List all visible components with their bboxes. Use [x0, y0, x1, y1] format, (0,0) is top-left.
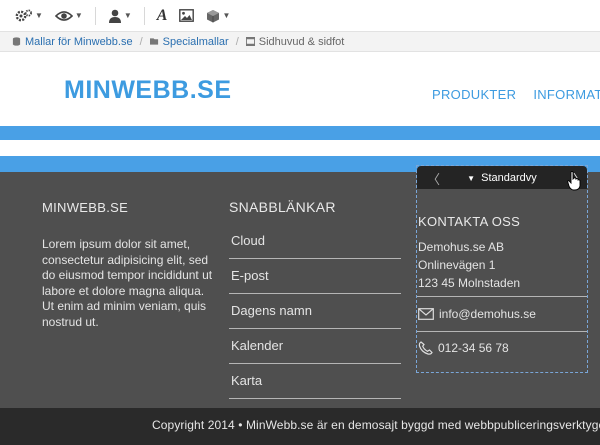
chevron-down-icon: ▼ — [222, 11, 231, 20]
breadcrumb-separator: / — [235, 35, 239, 48]
user-menu-button[interactable]: ▼ — [103, 5, 137, 27]
image-icon — [179, 9, 195, 22]
copyright-text: Copyright 2014 • MinWebb.se är en demosa… — [152, 418, 600, 432]
contact-divider — [417, 296, 587, 297]
view-selector-label: Standardvy — [481, 171, 537, 184]
footer-quicklinks-title: SNABBLÄNKAR — [229, 199, 336, 215]
breadcrumb-link[interactable]: Specialmallar — [163, 36, 229, 48]
quicklink-calendar[interactable]: Kalender — [229, 329, 401, 364]
cube-icon — [207, 9, 220, 22]
contact-city: 123 45 Molnstaden — [418, 276, 521, 290]
main-nav: PRODUKTER INFORMATION — [432, 87, 600, 102]
quicklink-map[interactable]: Karta — [229, 364, 401, 399]
footer-about-title: MINWEBB.SE — [42, 200, 129, 215]
phone-icon — [418, 341, 433, 355]
widget-view-toolbar: 〈 ▼ Standardvy 〉 — [417, 166, 587, 191]
breadcrumb-link[interactable]: Mallar för Minwebb.se — [25, 36, 133, 48]
chevron-down-icon: ▼ — [35, 11, 43, 20]
contact-widget-editable[interactable]: 〈 ▼ Standardvy 〉 KONTAKTA OSS Demohus.se… — [416, 165, 588, 373]
quicklink-cloud[interactable]: Cloud — [229, 224, 401, 259]
contact-address: Demohus.se AB Onlinevägen 1 123 45 Molns… — [418, 238, 520, 292]
chevron-down-icon: ▼ — [123, 11, 132, 20]
site-footer: MINWEBB.SE Lorem ipsum dolor sit amet, c… — [0, 165, 600, 408]
site-header: MINWEBB.SE PRODUKTER INFORMATION — [0, 52, 600, 126]
eye-icon — [54, 10, 73, 21]
caret-down-icon: ▼ — [467, 173, 476, 183]
contact-street: Onlinevägen 1 — [418, 258, 496, 272]
contact-email[interactable]: info@demohus.se — [439, 307, 536, 321]
breadcrumb-current-label: Sidhuvud & sidfot — [258, 35, 345, 48]
envelope-icon — [418, 308, 434, 320]
user-icon — [108, 9, 121, 23]
prev-view-button[interactable]: 〈 — [427, 169, 440, 188]
settings-menu-button[interactable]: ▼ — [10, 5, 48, 27]
contact-title: KONTAKTA OSS — [418, 214, 521, 229]
quicklinks-list: Cloud E-post Dagens namn Kalender Karta — [229, 224, 401, 399]
footer-about-column: MINWEBB.SE Lorem ipsum dolor sit amet, c… — [42, 200, 217, 330]
nav-item-products[interactable]: PRODUKTER — [432, 87, 516, 102]
toolbar-divider — [94, 6, 96, 25]
image-button[interactable] — [174, 5, 199, 27]
gears-icon — [15, 9, 32, 21]
footer-quicklinks-column: SNABBLÄNKAR Cloud E-post Dagens namn Kal… — [229, 199, 401, 399]
contact-company: Demohus.se AB — [418, 240, 505, 254]
view-selector[interactable]: ▼ Standardvy — [467, 172, 537, 184]
contact-divider — [417, 331, 587, 332]
header-accent-band — [0, 126, 600, 140]
database-icon — [12, 37, 21, 46]
chevron-down-icon: ▼ — [74, 11, 83, 20]
breadcrumb-item-current: Sidhuvud & sidfot — [245, 35, 345, 48]
editor-toolbar: ▼ ▼ ▼ A ▼ — [0, 0, 600, 31]
contact-email-row[interactable]: info@demohus.se — [418, 307, 536, 321]
view-menu-button[interactable]: ▼ — [50, 5, 88, 27]
folder-open-icon — [149, 38, 158, 45]
contact-phone-row[interactable]: 012-34 56 78 — [418, 341, 509, 355]
page-layout-icon — [245, 37, 255, 46]
footer-about-text: Lorem ipsum dolor sit amet, consectetur … — [42, 237, 213, 329]
breadcrumb-item-special[interactable]: Specialmallar — [149, 36, 229, 48]
breadcrumb-separator: / — [139, 35, 143, 48]
toolbar-divider — [143, 6, 145, 25]
text-format-icon[interactable]: A — [152, 5, 173, 27]
contact-phone[interactable]: 012-34 56 78 — [438, 341, 509, 355]
quicklink-name-day[interactable]: Dagens namn — [229, 294, 401, 329]
site-logo[interactable]: MINWEBB.SE — [64, 76, 232, 105]
breadcrumb: Mallar för Minwebb.se / Specialmallar / … — [0, 31, 600, 52]
hand-cursor-icon — [567, 171, 581, 191]
quicklink-email[interactable]: E-post — [229, 259, 401, 294]
nav-item-information[interactable]: INFORMATION — [533, 87, 600, 102]
copyright-bar: Copyright 2014 • MinWebb.se är en demosa… — [0, 408, 600, 445]
breadcrumb-item-templates[interactable]: Mallar för Minwebb.se — [12, 36, 133, 48]
module-menu-button[interactable]: ▼ — [201, 5, 235, 27]
